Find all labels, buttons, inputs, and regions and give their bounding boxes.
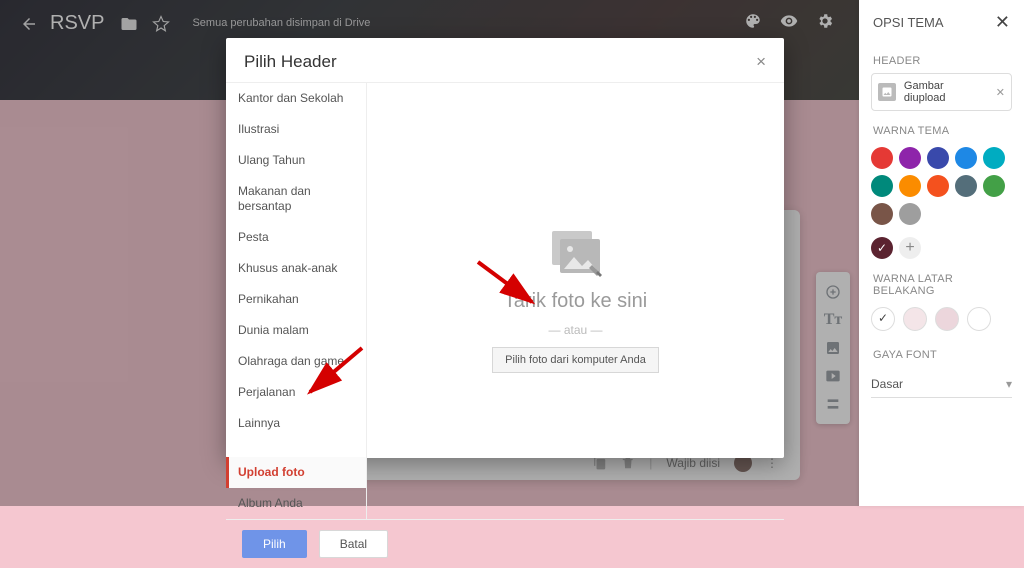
upload-drop-area[interactable]: Tarik foto ke sini — atau — Pilih foto d… <box>367 83 784 519</box>
add-custom-color[interactable]: + <box>899 237 921 259</box>
theme-color-selected[interactable]: ✓ <box>871 237 893 259</box>
theme-color-swatch[interactable] <box>927 147 949 169</box>
category-item[interactable]: Ulang Tahun <box>226 145 366 176</box>
theme-color-swatch[interactable] <box>871 147 893 169</box>
theme-panel-title: OPSI TEMA <box>873 15 944 30</box>
theme-options-panel: OPSI TEMA ✕ HEADER Gambar diupload ✕ WAR… <box>859 0 1024 506</box>
category-item[interactable]: Khusus anak-anak <box>226 253 366 284</box>
modal-close-icon[interactable]: × <box>756 52 766 72</box>
category-item[interactable]: Lainnya <box>226 408 366 439</box>
pick-from-computer-button[interactable]: Pilih foto dari komputer Anda <box>492 347 659 373</box>
modal-footer: Pilih Batal <box>226 519 784 568</box>
header-chip-label: Gambar diupload <box>904 80 988 104</box>
theme-color-swatch[interactable] <box>927 175 949 197</box>
theme-color-swatch[interactable] <box>955 147 977 169</box>
dropdown-caret-icon: ▾ <box>1006 377 1012 391</box>
drop-hint: Tarik foto ke sini <box>504 290 647 313</box>
bg-color-swatch[interactable] <box>935 307 959 331</box>
header-section-label: HEADER <box>859 41 1024 73</box>
bg-color-label: WARNA LATAR BELAKANG <box>859 259 1024 303</box>
cancel-button[interactable]: Batal <box>319 530 388 558</box>
bg-color-swatch[interactable] <box>967 307 991 331</box>
category-item[interactable]: Pernikahan <box>226 284 366 315</box>
category-item-upload[interactable]: Upload foto <box>226 457 366 488</box>
theme-color-swatch[interactable] <box>899 175 921 197</box>
category-item[interactable]: Dunia malam <box>226 315 366 346</box>
or-divider: — atau — <box>548 323 602 337</box>
close-icon[interactable]: ✕ <box>995 12 1010 33</box>
theme-color-label: WARNA TEMA <box>859 111 1024 143</box>
theme-color-swatch[interactable] <box>955 175 977 197</box>
theme-color-swatch[interactable] <box>899 203 921 225</box>
font-value: Dasar <box>871 377 903 391</box>
category-sidebar: Kantor dan SekolahIlustrasiUlang TahunMa… <box>226 83 367 519</box>
category-item[interactable]: Perjalanan <box>226 377 366 408</box>
theme-color-swatches: ✓+ <box>859 143 1024 259</box>
header-picker-modal: Pilih Header × Kantor dan SekolahIlustra… <box>226 38 784 458</box>
category-item-albums[interactable]: Album Anda <box>226 488 366 519</box>
theme-color-swatch[interactable] <box>871 203 893 225</box>
upload-image-icon <box>548 229 604 282</box>
theme-color-swatch[interactable] <box>871 175 893 197</box>
theme-color-swatch[interactable] <box>899 147 921 169</box>
remove-header-icon[interactable]: ✕ <box>996 86 1005 99</box>
category-item[interactable]: Makanan dan bersantap <box>226 176 366 222</box>
theme-color-swatch[interactable] <box>983 175 1005 197</box>
category-item[interactable]: Ilustrasi <box>226 114 366 145</box>
header-image-chip[interactable]: Gambar diupload ✕ <box>871 73 1012 111</box>
modal-title: Pilih Header <box>244 52 337 72</box>
theme-color-swatch[interactable] <box>983 147 1005 169</box>
category-item[interactable]: Olahraga dan game <box>226 346 366 377</box>
font-style-select[interactable]: Dasar ▾ <box>871 371 1012 398</box>
image-icon <box>878 83 896 101</box>
category-item[interactable]: Kantor dan Sekolah <box>226 83 366 114</box>
select-button[interactable]: Pilih <box>242 530 307 558</box>
bg-color-swatch[interactable] <box>871 307 895 331</box>
category-item[interactable]: Pesta <box>226 222 366 253</box>
bg-color-swatch[interactable] <box>903 307 927 331</box>
bg-color-swatches <box>859 303 1024 335</box>
font-section-label: GAYA FONT <box>859 335 1024 367</box>
